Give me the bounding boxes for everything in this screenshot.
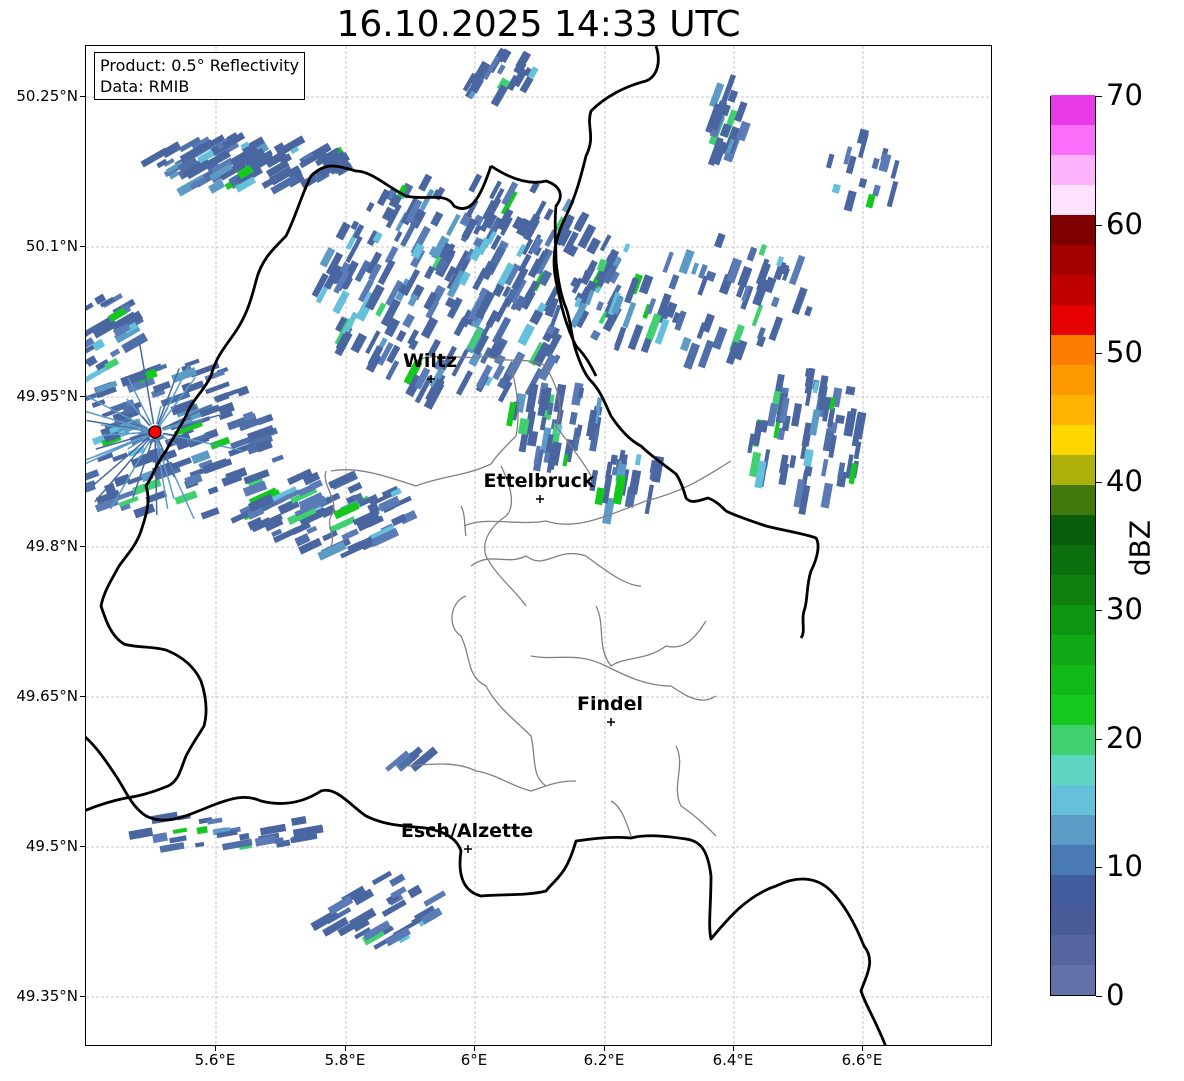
map-svg [86, 46, 991, 1045]
colorbar-tick [1096, 96, 1102, 97]
colorbar-segment [1051, 484, 1095, 515]
colorbar-title: dBZ [1123, 519, 1157, 577]
colorbar-segment [1051, 514, 1095, 545]
lon-label: 6°E [460, 1051, 488, 1069]
lat-tick [80, 546, 85, 547]
colorbar-segment [1051, 664, 1095, 695]
lon-tick [215, 1046, 216, 1051]
city-label: Ettelbruck [483, 470, 595, 492]
lat-tick [80, 246, 85, 247]
colorbar-tick-label: 70 [1106, 78, 1143, 112]
colorbar-tick [1096, 481, 1102, 483]
city-label: Wiltz [402, 350, 458, 372]
lat-tick [80, 96, 85, 97]
city-marker [464, 845, 472, 853]
colorbar-segment [1051, 184, 1095, 215]
lon-tick [733, 1046, 734, 1051]
lon-label: 5.8°E [324, 1051, 366, 1069]
colorbar-tick-label: 10 [1106, 849, 1143, 884]
colorbar-segment [1051, 214, 1095, 245]
colorbar-segment [1051, 304, 1095, 335]
colorbar-segment [1051, 934, 1095, 965]
colorbar-segment [1051, 814, 1095, 845]
map-title: 16.10.2025 14:33 UTC [336, 4, 741, 45]
colorbar-tick-label: 40 [1106, 463, 1143, 498]
city-marker [607, 718, 615, 726]
colorbar-segment [1051, 154, 1095, 185]
lon-tick [474, 1046, 475, 1051]
lon-label: 6.6°E [841, 1051, 883, 1069]
gridlines [86, 46, 991, 1045]
colorbar-tick [1096, 353, 1102, 355]
lat-label: 50.25°N [16, 87, 78, 105]
colorbar-tick-label: 20 [1106, 720, 1143, 755]
colorbar [1050, 94, 1096, 996]
colorbar-segment [1051, 724, 1095, 755]
colorbar-segment [1051, 874, 1095, 905]
lat-label: 49.65°N [16, 687, 78, 705]
colorbar-segment [1051, 754, 1095, 785]
lat-tick [80, 696, 85, 697]
lat-label: 49.95°N [16, 387, 78, 405]
lon-tick [862, 1046, 863, 1051]
colorbar-segment [1051, 544, 1095, 575]
colorbar-segment [1051, 904, 1095, 935]
colorbar-segment [1051, 694, 1095, 725]
lat-tick [80, 996, 85, 997]
radar-site-marker [148, 425, 162, 439]
colorbar-tick [1096, 738, 1102, 740]
lon-tick [604, 1046, 605, 1051]
lon-label: 6.2°E [583, 1051, 625, 1069]
radar-echoes [86, 47, 900, 950]
colorbar-segment [1051, 274, 1095, 305]
lon-label: 6.4°E [712, 1051, 754, 1069]
colorbar-segment [1051, 334, 1095, 365]
colorbar-tick-label: 50 [1106, 335, 1143, 370]
lon-label: 5.6°E [194, 1051, 236, 1069]
colorbar-segment [1051, 574, 1095, 605]
colorbar-segment [1051, 634, 1095, 665]
product-label: Product: 0.5° Reflectivity [100, 56, 300, 75]
colorbar-tick-label: 30 [1106, 592, 1143, 627]
colorbar-tick [1096, 867, 1102, 869]
colorbar-tick-label: 0 [1106, 978, 1125, 1012]
data-source-label: Data: RMIB [100, 77, 190, 96]
colorbar-tick-label: 60 [1106, 206, 1143, 241]
lat-label: 49.5°N [25, 837, 78, 855]
colorbar-segment [1051, 964, 1095, 995]
lat-label: 49.35°N [16, 987, 78, 1005]
colorbar-segment [1051, 124, 1095, 155]
colorbar-segment [1051, 244, 1095, 275]
lon-tick [345, 1046, 346, 1051]
colorbar-tick [1096, 610, 1102, 612]
colorbar-segment [1051, 844, 1095, 875]
colorbar-segment [1051, 94, 1095, 125]
lat-tick [80, 846, 85, 847]
lat-label: 49.8°N [25, 537, 78, 555]
country-borders [86, 46, 887, 1045]
product-info-box: Product: 0.5° Reflectivity Data: RMIB [94, 52, 306, 100]
colorbar-segment [1051, 784, 1095, 815]
radar-map[interactable] [85, 45, 992, 1046]
lat-tick [80, 396, 85, 397]
city-marker [536, 495, 544, 503]
lat-label: 50.1°N [25, 237, 78, 255]
colorbar-tick [1096, 224, 1102, 226]
colorbar-segment [1051, 394, 1095, 425]
colorbar-segment [1051, 454, 1095, 485]
colorbar-segment [1051, 364, 1095, 395]
colorbar-segment [1051, 604, 1095, 635]
colorbar-segment [1051, 424, 1095, 455]
city-label: Findel [576, 693, 644, 715]
colorbar-tick [1096, 996, 1102, 997]
city-label: Esch/Alzette [400, 820, 534, 842]
